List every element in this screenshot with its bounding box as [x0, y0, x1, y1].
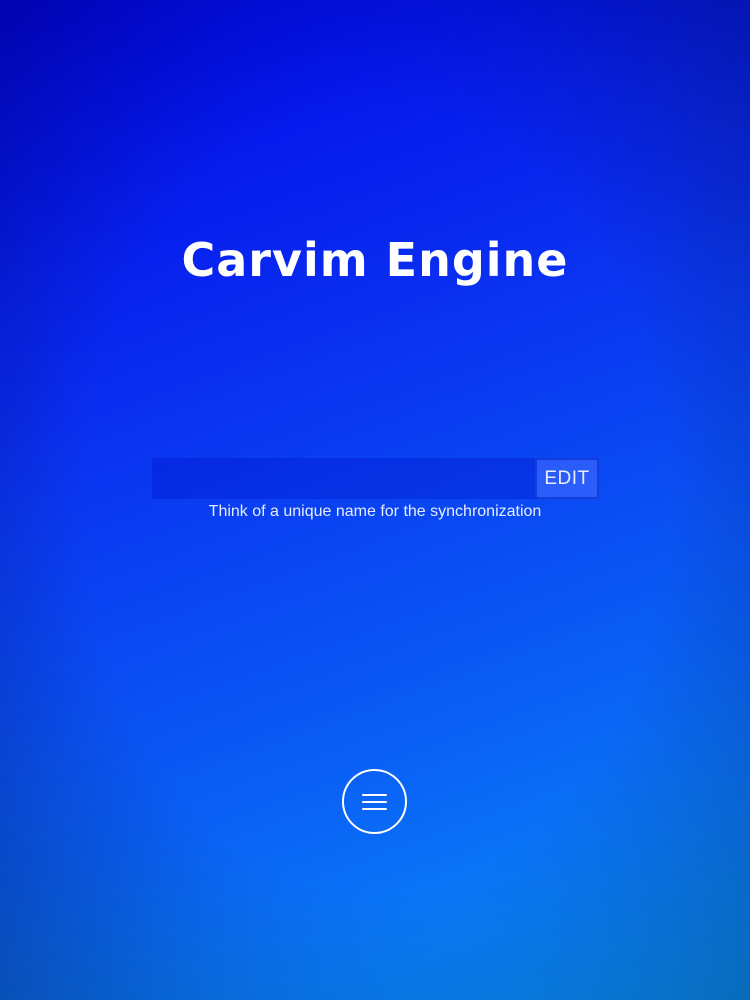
edit-button[interactable]: EDIT: [535, 458, 599, 499]
hamburger-menu-icon: [362, 794, 387, 810]
menu-button[interactable]: [342, 769, 407, 834]
sync-name-input[interactable]: [152, 458, 535, 499]
sync-name-row: EDIT: [152, 458, 599, 499]
background-vignette: [0, 0, 750, 1000]
app-title: Carvim Engine: [181, 232, 569, 287]
sync-name-hint: Think of a unique name for the synchroni…: [208, 503, 542, 520]
